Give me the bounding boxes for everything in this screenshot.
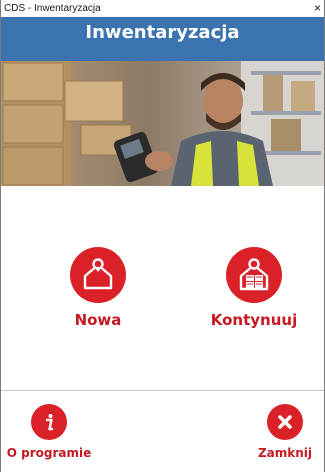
warehouse-worker-photo — [1, 61, 324, 186]
warehouse-boxes-icon — [226, 247, 282, 303]
continue-inventory-button[interactable]: Kontynuuj — [199, 247, 309, 329]
about-button[interactable]: O programie — [1, 404, 97, 460]
close-x-icon — [267, 404, 303, 440]
title-bar: CDS - Inwentaryzacja × — [1, 0, 324, 17]
new-inventory-label: Nowa — [74, 311, 122, 329]
home-icon — [70, 247, 126, 303]
app-window: CDS - Inwentaryzacja × Inwentaryzacja No… — [0, 0, 325, 472]
window-title: CDS - Inwentaryzacja — [4, 3, 101, 14]
about-label: O programie — [6, 446, 92, 460]
footer-divider — [1, 390, 324, 391]
info-icon — [31, 404, 67, 440]
continue-inventory-label: Kontynuuj — [210, 311, 298, 329]
close-app-label: Zamknij — [257, 446, 313, 460]
new-inventory-button[interactable]: Nowa — [53, 247, 143, 329]
window-close-icon[interactable]: × — [314, 1, 321, 15]
page-title: Inwentaryzacja — [85, 22, 240, 43]
page-header: Inwentaryzacja — [1, 17, 324, 61]
photo-illustration — [1, 61, 324, 186]
close-app-button[interactable]: Zamknij — [249, 404, 321, 460]
